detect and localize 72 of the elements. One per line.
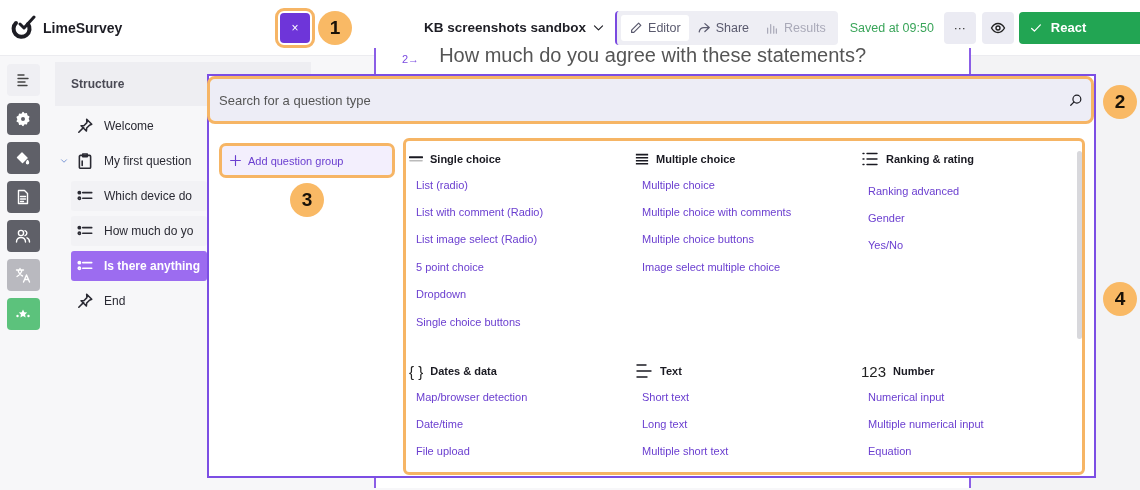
scrollbar[interactable] [1077, 151, 1082, 339]
plus-icon [229, 154, 242, 167]
question-title: How much do you agree with these statements? [439, 44, 867, 67]
text-lines-icon [635, 363, 653, 379]
category-icon-text: { } [409, 362, 424, 380]
preview-button[interactable] [981, 11, 1014, 44]
question-type-link[interactable]: Multiple numerical input [868, 410, 984, 438]
question-type-link[interactable]: List (radio) [416, 171, 468, 199]
structure-item[interactable]: Is there anything [71, 251, 207, 281]
pencil-icon [629, 20, 644, 35]
question-type-link[interactable]: List with comment (Radio) [416, 198, 544, 226]
pin-icon [76, 292, 94, 310]
category-icon-text: 123 [861, 362, 887, 380]
question-type-link[interactable]: Equation [868, 437, 912, 466]
question-number: 2→ [402, 53, 420, 65]
question-type-link[interactable]: Image select multiple choice [642, 253, 781, 281]
question-type-link[interactable]: Short text [642, 383, 690, 411]
sidebar-tool-button[interactable] [6, 64, 40, 96]
structure-item[interactable]: Welcome [71, 111, 207, 141]
question-type-link[interactable]: Gender [868, 204, 905, 232]
sidebar-tool-button[interactable] [6, 142, 40, 174]
save-status: Saved at 09:50 [849, 20, 934, 35]
search-icon [1069, 93, 1083, 107]
category-title: Text [660, 365, 682, 377]
settings-icon [15, 111, 31, 127]
sidebar-tool-button[interactable] [6, 103, 40, 135]
question-type-link[interactable]: Multiple choice with comments [642, 198, 792, 226]
question-type-link[interactable]: Map/browser detection [416, 383, 528, 411]
share-arrow-icon [696, 20, 711, 35]
question-type-link[interactable]: Long text [642, 410, 688, 438]
category-title: Multiple choice [656, 153, 736, 165]
question-type-link[interactable]: File upload [416, 437, 470, 466]
question-type-link[interactable]: List image select (Radio) [416, 225, 538, 254]
sidebar-tool-button[interactable] [6, 181, 40, 213]
question-type-link[interactable]: Date/time [416, 410, 464, 438]
outline-icon [15, 72, 31, 88]
logo-text: LimeSurvey [43, 19, 123, 36]
logo-icon [11, 14, 37, 41]
structure-item[interactable]: How much do yo [71, 216, 207, 246]
question-type-link[interactable]: Single choice buttons [416, 307, 521, 336]
question-type-link[interactable]: Yes/No [868, 231, 904, 260]
question-type-link[interactable]: 5 point choice [416, 253, 484, 281]
more-button[interactable]: ··· [943, 11, 976, 44]
tab[interactable]: Share [688, 14, 758, 41]
category-title: Number [893, 365, 935, 377]
step-badge: 1 [318, 10, 352, 45]
translate-icon [15, 267, 31, 283]
structure-item[interactable]: End [71, 286, 207, 316]
add-question-group-button[interactable]: Add question group [222, 146, 392, 175]
tab[interactable]: Editor [621, 14, 689, 41]
users-icon [15, 228, 31, 244]
search-field[interactable]: Search for a question type [210, 79, 1091, 121]
category-title: Dates & data [430, 365, 497, 377]
question-type-link[interactable]: Ranking advanced [868, 177, 960, 205]
document-icon [15, 189, 31, 205]
question-type-link[interactable]: Multiple choice buttons [642, 225, 754, 254]
structure-item[interactable]: Which device do [71, 181, 207, 211]
question-type-link[interactable]: Multiple choice [642, 171, 715, 199]
question-type-link[interactable]: Multiple short text [642, 437, 729, 466]
clipboard-icon [76, 152, 94, 170]
structure-item[interactable]: My first question [71, 146, 207, 176]
pin-icon [76, 117, 94, 135]
category-title: Single choice [430, 153, 501, 165]
category-title: Ranking & rating [886, 153, 974, 165]
sidebar-tool-button[interactable] [6, 220, 40, 252]
step-badge: 3 [290, 183, 324, 217]
question-type-link[interactable]: Numerical input [868, 383, 945, 411]
ranking-list-icon [861, 151, 879, 167]
paint-bucket-icon [15, 150, 31, 166]
question-type-link[interactable]: Dropdown [416, 280, 467, 308]
survey-title-dropdown[interactable]: KB screenshots sandbox [424, 20, 606, 35]
multiple-choice-icon [635, 152, 649, 166]
